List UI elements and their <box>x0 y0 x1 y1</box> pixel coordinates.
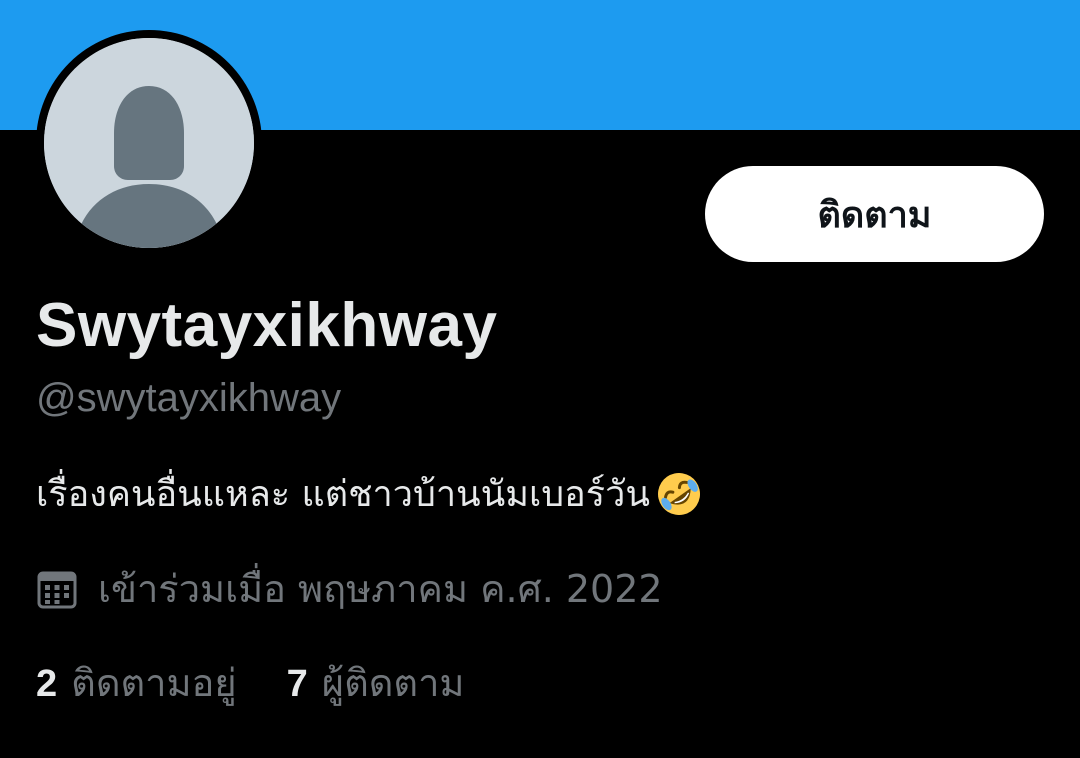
avatar[interactable] <box>44 38 254 248</box>
followers-link[interactable]: 7 ผู้ติดตาม <box>287 652 465 713</box>
default-avatar-icon <box>44 38 254 248</box>
calendar-icon <box>37 571 77 608</box>
following-link[interactable]: 2 ติดตามอยู่ <box>36 652 237 713</box>
followers-count: 7 <box>286 663 308 705</box>
followers-label: ผู้ติดตาม <box>321 661 465 705</box>
display-name: Swytayxikhway <box>36 291 498 360</box>
profile-bio: เรื่องคนอื่นแหละ แต่ชาวบ้านนัมเบอร์วัน <box>36 465 704 522</box>
bio-text: เรื่องคนอื่นแหละ แต่ชาวบ้านนัมเบอร์วัน <box>36 474 650 515</box>
rolling-on-the-floor-laughing-emoji-icon <box>657 472 700 515</box>
profile-page: ติดตาม Swytayxikhway @swytayxikhway เรื่… <box>0 0 1080 758</box>
follow-stats: 2 ติดตามอยู่ 7 ผู้ติดตาม <box>36 652 464 713</box>
join-date: เข้าร่วมเมื่อ พฤษภาคม ค.ศ. 2022 <box>36 558 663 619</box>
following-label: ติดตามอยู่ <box>71 661 237 705</box>
follow-button[interactable]: ติดตาม <box>705 166 1044 262</box>
following-count: 2 <box>36 663 58 705</box>
avatar-ring <box>36 30 262 256</box>
join-date-text: เข้าร่วมเมื่อ พฤษภาคม ค.ศ. 2022 <box>98 567 663 611</box>
user-handle: @swytayxikhway <box>36 376 342 420</box>
